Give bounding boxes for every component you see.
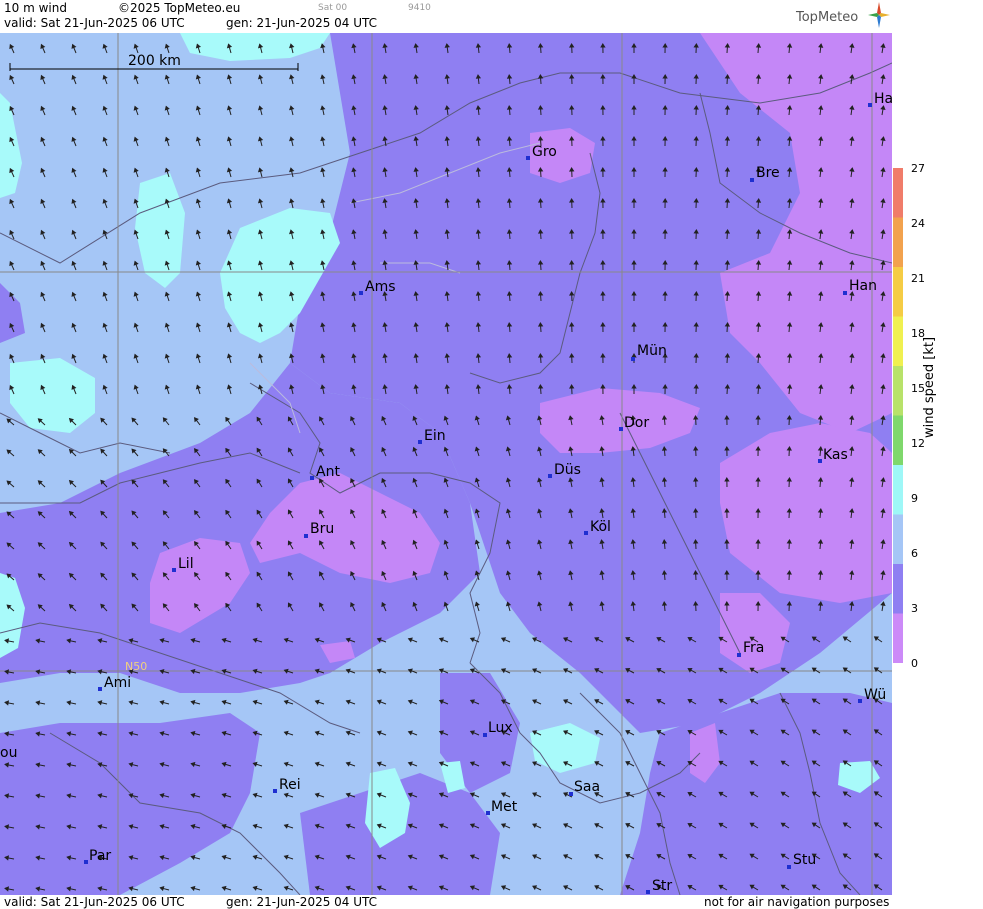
scale-label: 200 km (128, 53, 181, 69)
legend-tick-label: 6 (911, 547, 918, 560)
svg-text:Wü: Wü (864, 687, 886, 703)
code-label: 9410 (408, 3, 431, 13)
run-label: Sat 00 (318, 3, 348, 13)
legend-swatch (893, 267, 903, 317)
footer-valid-time: valid: Sat 21-Jun-2025 06 UTC (4, 895, 185, 909)
svg-text:Ams: Ams (365, 279, 396, 295)
legend-colorbar (893, 168, 903, 663)
svg-text:Dor: Dor (624, 415, 649, 431)
svg-text:Lil: Lil (178, 556, 194, 572)
legend-swatch (893, 514, 903, 565)
city-mun: Mün (631, 343, 667, 361)
svg-text:Han: Han (849, 278, 877, 294)
map-header: 10 m wind ©2025 TopMeteo.eu Sat 00 9410 … (0, 0, 892, 32)
legend-swatch (893, 564, 903, 614)
footer-generated-time: gen: 21-Jun-2025 04 UTC (226, 895, 378, 909)
compass-logo-icon (868, 2, 890, 28)
footer-disclaimer: not for air navigation purposes (704, 895, 890, 909)
legend-swatch (893, 168, 903, 218)
svg-text:Ant: Ant (316, 464, 340, 480)
svg-text:Köl: Köl (590, 519, 611, 535)
valid-time: valid: Sat 21-Jun-2025 06 UTC (4, 16, 185, 30)
legend-swatch (893, 217, 903, 268)
svg-text:Düs: Düs (554, 462, 581, 478)
brand-logo-text: TopMeteo (796, 10, 859, 25)
svg-text:ou: ou (0, 745, 17, 761)
generated-time: gen: 21-Jun-2025 04 UTC (226, 16, 378, 30)
svg-text:Fra: Fra (743, 640, 764, 656)
svg-text:Ha: Ha (874, 91, 892, 107)
legend-tick-label: 0 (911, 657, 918, 670)
svg-text:Par: Par (89, 848, 111, 864)
legend-tick-label: 9 (911, 492, 918, 505)
city-ams: Ams (359, 279, 396, 295)
legend-swatch (893, 316, 903, 367)
latitude-label: N50 (125, 660, 147, 673)
svg-text:Met: Met (491, 799, 518, 815)
svg-text:Mün: Mün (637, 343, 667, 359)
city-par: Par (84, 848, 111, 864)
field-title: 10 m wind (4, 1, 67, 15)
legend-swatch (893, 613, 903, 663)
legend-title: wind speed [kt] (922, 336, 937, 438)
city-met: Met (486, 799, 518, 815)
city-saa: Saa (569, 779, 600, 796)
legend-tick-label: 12 (911, 437, 925, 450)
legend-swatch (893, 415, 903, 466)
copyright: ©2025 TopMeteo.eu (118, 1, 241, 15)
legend-tick-label: 3 (911, 602, 918, 615)
svg-text:Kas: Kas (823, 447, 848, 463)
svg-text:Str: Str (652, 878, 672, 894)
legend-tick-label: 27 (911, 162, 925, 175)
legend-tick-label: 24 (911, 217, 925, 230)
legend-tick-label: 21 (911, 272, 925, 285)
map-footer: valid: Sat 21-Jun-2025 06 UTC gen: 21-Ju… (0, 895, 892, 909)
svg-text:Bru: Bru (310, 521, 334, 537)
svg-text:Ein: Ein (424, 428, 446, 444)
svg-text:Rei: Rei (279, 777, 301, 793)
legend-swatch (893, 366, 903, 416)
svg-text:Gro: Gro (532, 144, 557, 160)
city-han: Han (843, 278, 877, 295)
city-dor: Dor (619, 415, 649, 431)
wind-map: 200 km N50 Gro Bre Ha Ams Han Mün Ein Do… (0, 33, 892, 895)
svg-text:Lux: Lux (488, 720, 513, 736)
legend-panel: 27 24 21 18 15 12 9 6 3 0 (893, 0, 983, 909)
legend-swatch (893, 465, 903, 515)
svg-text:Saa: Saa (574, 779, 600, 795)
city-ou: ou (0, 745, 17, 761)
svg-text:Bre: Bre (756, 165, 780, 181)
city-kas: Kas (818, 447, 848, 463)
city-lux: Lux (483, 720, 513, 737)
svg-text:Ami: Ami (104, 675, 131, 691)
svg-text:Stu: Stu (793, 852, 816, 868)
